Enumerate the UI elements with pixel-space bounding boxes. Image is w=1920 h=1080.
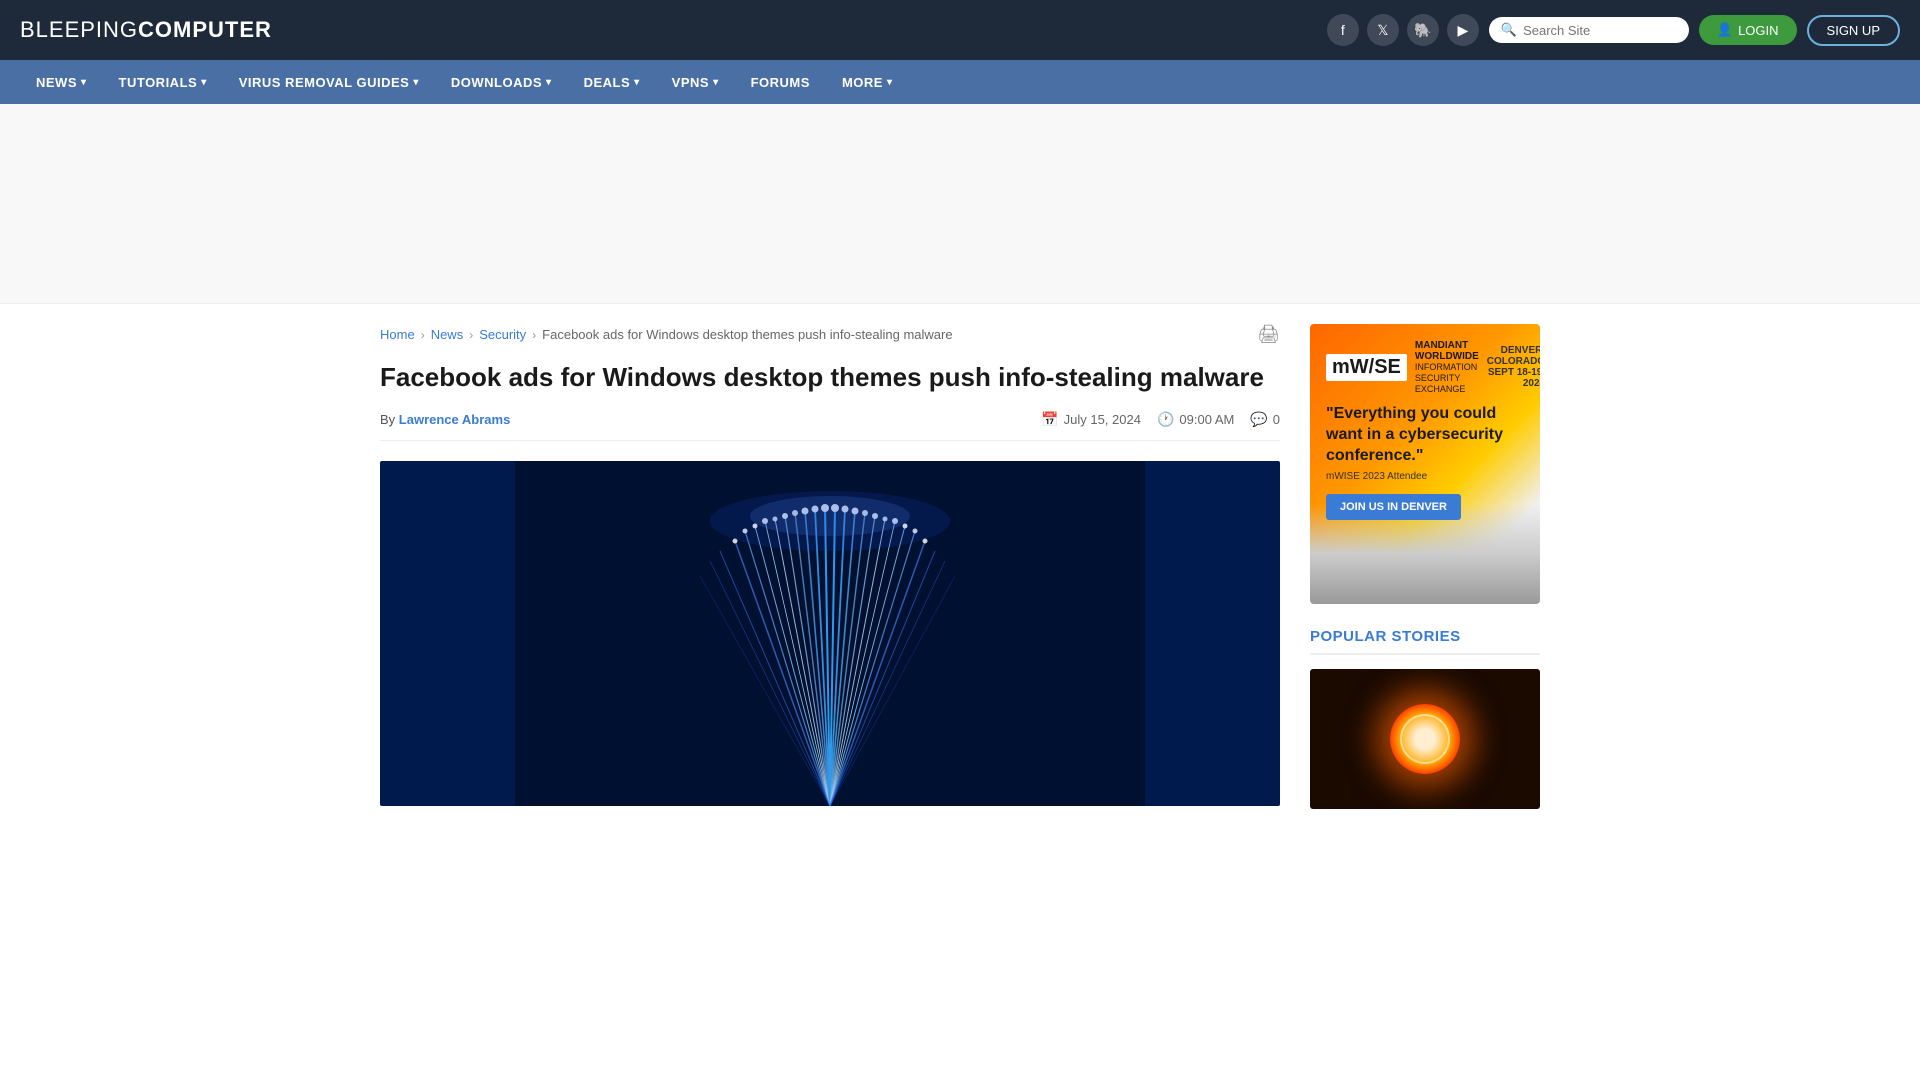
main-nav: NEWS ▾ TUTORIALS ▾ VIRUS REMOVAL GUIDES … bbox=[0, 60, 1920, 104]
main-container: Home › News › Security › Facebook ads fo… bbox=[360, 304, 1560, 829]
content-area: Home › News › Security › Facebook ads fo… bbox=[380, 324, 1280, 809]
comment-count: 0 bbox=[1273, 412, 1280, 427]
nav-label-forums: FORUMS bbox=[751, 75, 810, 90]
author-by-label: By bbox=[380, 412, 395, 427]
login-label: LOGIN bbox=[1738, 23, 1778, 38]
author-link[interactable]: Lawrence Abrams bbox=[399, 412, 511, 427]
article-date: July 15, 2024 bbox=[1064, 412, 1141, 427]
nav-item-tutorials[interactable]: TUTORIALS ▾ bbox=[103, 60, 223, 104]
mwise-location: DENVER, COLORADO bbox=[1487, 345, 1540, 367]
youtube-icon[interactable]: ▶ bbox=[1447, 14, 1479, 46]
nav-label-news: NEWS bbox=[36, 75, 77, 90]
nav-item-virus[interactable]: VIRUS REMOVAL GUIDES ▾ bbox=[223, 60, 435, 104]
chevron-down-icon: ▾ bbox=[546, 77, 552, 88]
mwise-dates: SEPT 18-19, 2024 bbox=[1487, 367, 1540, 389]
mwise-org: MANDIANT WORLDWIDE bbox=[1415, 340, 1479, 362]
nav-label-vpns: VPNS bbox=[672, 75, 709, 90]
mwise-join-button[interactable]: JOIN US IN DENVER bbox=[1326, 494, 1461, 520]
chevron-down-icon: ▾ bbox=[81, 77, 87, 88]
nav-item-vpns[interactable]: VPNS ▾ bbox=[656, 60, 735, 104]
signup-label: SIGN UP bbox=[1827, 23, 1880, 38]
site-logo[interactable]: BLEEPINGCOMPUTER bbox=[20, 17, 272, 43]
article-image bbox=[380, 461, 1280, 806]
popular-story-image[interactable] bbox=[1310, 669, 1540, 809]
breadcrumb-news[interactable]: News bbox=[431, 327, 464, 342]
logo-light: BLEEPING bbox=[20, 17, 138, 42]
breadcrumb-home[interactable]: Home bbox=[380, 327, 415, 342]
search-box: 🔍 bbox=[1489, 17, 1689, 43]
clock-icon: 🕐 bbox=[1157, 411, 1174, 428]
print-icon[interactable]: 🖨 bbox=[1257, 324, 1280, 345]
article-title: Facebook ads for Windows desktop themes … bbox=[380, 361, 1280, 395]
search-icon: 🔍 bbox=[1501, 22, 1517, 38]
nav-item-deals[interactable]: DEALS ▾ bbox=[568, 60, 656, 104]
nav-label-more: MORE bbox=[842, 75, 883, 90]
ad-banner bbox=[0, 104, 1920, 304]
mwise-quote: "Everything you could want in a cybersec… bbox=[1326, 404, 1524, 466]
user-icon: 👤 bbox=[1717, 22, 1733, 38]
fiber-optic-illustration bbox=[380, 461, 1280, 806]
mwise-logo: mW/SE MANDIANT WORLDWIDE INFORMATION SEC… bbox=[1326, 340, 1524, 394]
article-time: 09:00 AM bbox=[1179, 412, 1234, 427]
meta-right: 📅 July 15, 2024 🕐 09:00 AM 💬 0 bbox=[1041, 411, 1280, 428]
chevron-down-icon: ▾ bbox=[201, 77, 207, 88]
nav-item-news[interactable]: NEWS ▾ bbox=[20, 60, 103, 104]
nav-item-downloads[interactable]: DOWNLOADS ▾ bbox=[435, 60, 568, 104]
signup-button[interactable]: SIGN UP bbox=[1807, 15, 1900, 46]
search-input[interactable] bbox=[1523, 23, 1677, 38]
meta-comments[interactable]: 💬 0 bbox=[1250, 411, 1280, 428]
nav-label-virus: VIRUS REMOVAL GUIDES bbox=[239, 75, 410, 90]
sidebar-ad: mW/SE MANDIANT WORLDWIDE INFORMATION SEC… bbox=[1310, 324, 1540, 604]
comment-icon: 💬 bbox=[1250, 411, 1267, 428]
mastodon-icon[interactable]: 🐘 bbox=[1407, 14, 1439, 46]
chevron-down-icon: ▾ bbox=[634, 77, 640, 88]
mwise-attrib: mWISE 2023 Attendee bbox=[1326, 471, 1524, 482]
header-right: f 𝕏 🐘 ▶ 🔍 👤 LOGIN SIGN UP bbox=[1327, 14, 1900, 46]
nav-label-downloads: DOWNLOADS bbox=[451, 75, 542, 90]
breadcrumb-sep-2: › bbox=[469, 328, 473, 342]
nav-item-forums[interactable]: FORUMS bbox=[735, 60, 826, 104]
nav-item-more[interactable]: MORE ▾ bbox=[826, 60, 909, 104]
nav-label-deals: DEALS bbox=[584, 75, 631, 90]
sidebar-ad-content: mW/SE MANDIANT WORLDWIDE INFORMATION SEC… bbox=[1310, 324, 1540, 536]
mwise-org-sub: INFORMATION SECURITY EXCHANGE bbox=[1415, 362, 1479, 394]
article-meta: By Lawrence Abrams 📅 July 15, 2024 🕐 09:… bbox=[380, 411, 1280, 441]
breadcrumb-security[interactable]: Security bbox=[479, 327, 526, 342]
meta-author: By Lawrence Abrams bbox=[380, 412, 510, 427]
breadcrumb-left: Home › News › Security › Facebook ads fo… bbox=[380, 327, 953, 342]
breadcrumb-sep-1: › bbox=[421, 328, 425, 342]
logo-bold: COMPUTER bbox=[138, 17, 272, 42]
login-button[interactable]: 👤 LOGIN bbox=[1699, 15, 1797, 45]
meta-date: 📅 July 15, 2024 bbox=[1041, 411, 1141, 428]
chevron-down-icon: ▾ bbox=[413, 77, 419, 88]
breadcrumb: Home › News › Security › Facebook ads fo… bbox=[380, 324, 1280, 345]
facebook-icon[interactable]: f bbox=[1327, 14, 1359, 46]
breadcrumb-current: Facebook ads for Windows desktop themes … bbox=[542, 327, 952, 342]
chevron-down-icon: ▾ bbox=[887, 77, 893, 88]
site-header: BLEEPINGCOMPUTER f 𝕏 🐘 ▶ 🔍 👤 LOGIN SIGN … bbox=[0, 0, 1920, 60]
twitter-icon[interactable]: 𝕏 bbox=[1367, 14, 1399, 46]
breadcrumb-sep-3: › bbox=[532, 328, 536, 342]
meta-time: 🕐 09:00 AM bbox=[1157, 411, 1234, 428]
nav-label-tutorials: TUTORIALS bbox=[119, 75, 198, 90]
social-icons: f 𝕏 🐘 ▶ bbox=[1327, 14, 1479, 46]
sidebar: mW/SE MANDIANT WORLDWIDE INFORMATION SEC… bbox=[1310, 324, 1540, 809]
calendar-icon: 📅 bbox=[1041, 411, 1058, 428]
popular-stories-title: POPULAR STORIES bbox=[1310, 628, 1540, 655]
chevron-down-icon: ▾ bbox=[713, 77, 719, 88]
popular-stories: POPULAR STORIES bbox=[1310, 628, 1540, 809]
mwise-m-logo: mW/SE bbox=[1326, 354, 1407, 381]
clock-face bbox=[1400, 714, 1450, 764]
clock-glow-image bbox=[1390, 704, 1460, 774]
